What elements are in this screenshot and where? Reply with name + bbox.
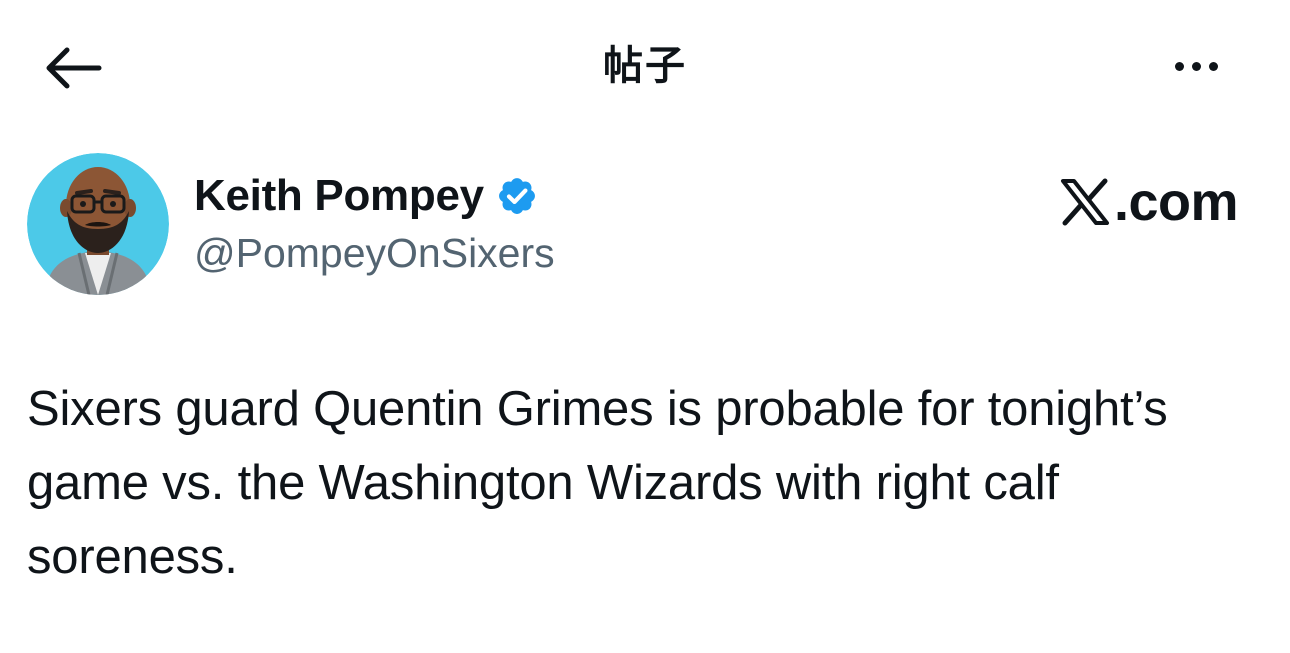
top-bar: 帖子 xyxy=(0,0,1290,135)
more-horizontal-icon xyxy=(1174,61,1218,71)
watermark-text: .com xyxy=(1113,172,1239,232)
avatar[interactable] xyxy=(27,153,169,295)
page-title: 帖子 xyxy=(603,43,687,89)
author-display-name[interactable]: Keith Pompey xyxy=(194,171,484,221)
x-com-watermark: .com xyxy=(1060,172,1239,232)
verified-badge-icon xyxy=(496,175,538,217)
tweet-text: Sixers guard Quentin Grimes is probable … xyxy=(27,382,1168,584)
x-logo-icon xyxy=(1060,178,1109,226)
author-handle[interactable]: @PompeyOnSixers xyxy=(194,230,555,277)
more-options-button[interactable] xyxy=(1160,40,1232,92)
author-name-row: Keith Pompey xyxy=(194,168,538,224)
